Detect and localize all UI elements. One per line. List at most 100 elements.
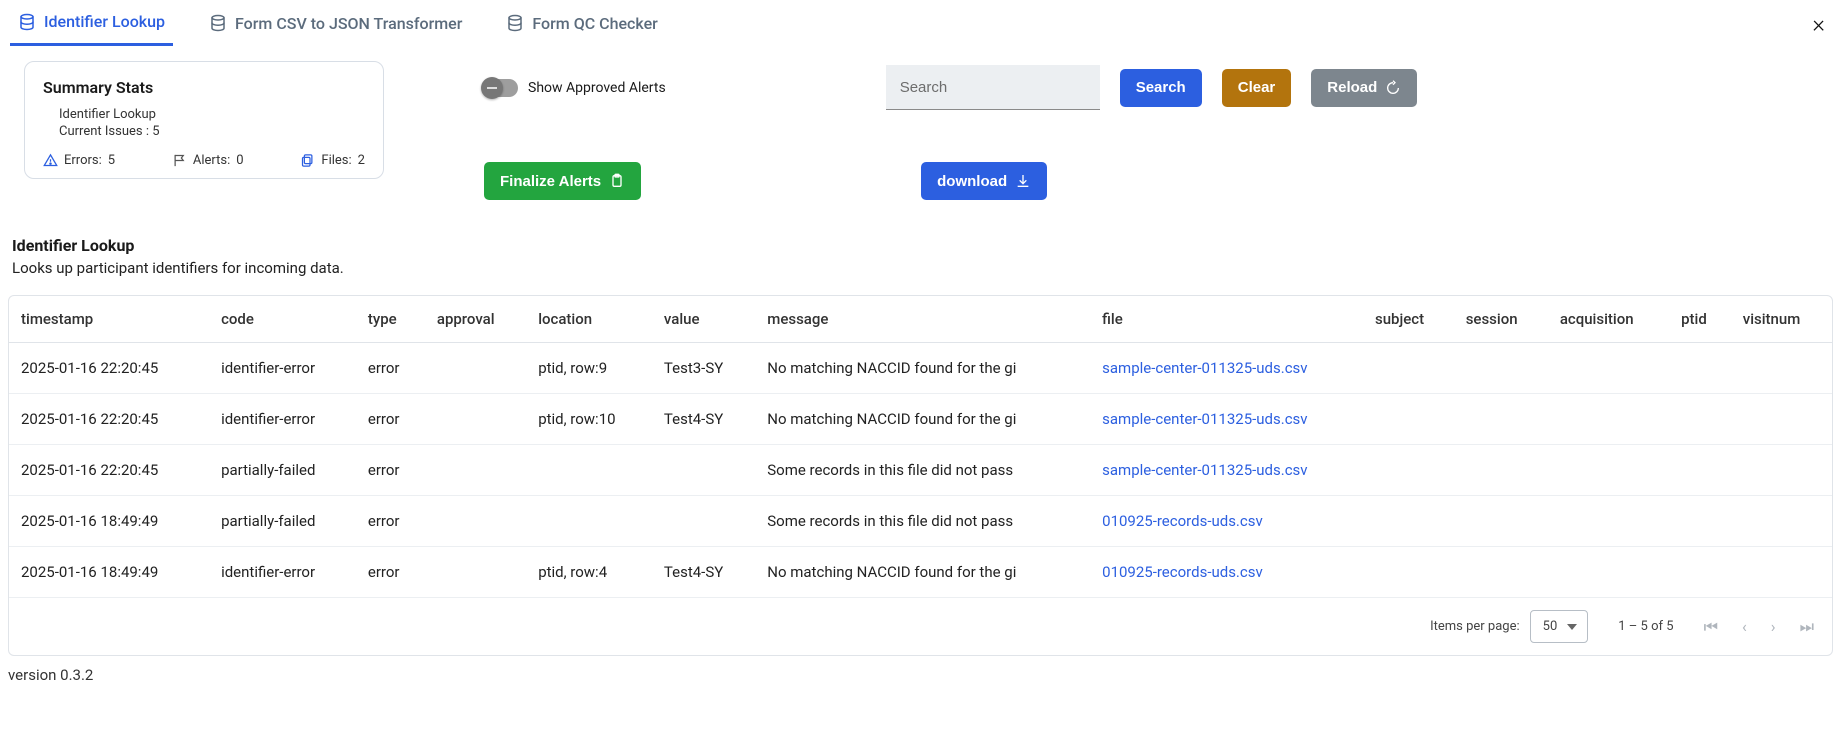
reload-button[interactable]: Reload (1311, 69, 1417, 107)
table-cell-visitnum (1731, 445, 1832, 496)
table-cell-file: sample-center-011325-uds.csv (1090, 343, 1363, 394)
button-label: Search (1136, 79, 1186, 96)
table-header[interactable]: type (356, 296, 425, 343)
file-link[interactable]: 010925-records-uds.csv (1102, 512, 1263, 530)
warning-icon (43, 153, 58, 168)
table-cell-subject (1363, 445, 1454, 496)
table-cell-location: ptid, row:10 (526, 394, 652, 445)
finalize-alerts-button[interactable]: Finalize Alerts (484, 162, 641, 200)
table-cell-type: error (356, 445, 425, 496)
table-cell-type: error (356, 343, 425, 394)
table-cell-value (652, 445, 755, 496)
table-cell-session (1454, 445, 1548, 496)
table-cell-location: ptid, row:4 (526, 547, 652, 598)
table-cell-file: 010925-records-uds.csv (1090, 496, 1363, 547)
table-row[interactable]: 2025-01-16 22:20:45identifier-errorerror… (9, 394, 1832, 445)
table-header[interactable]: subject (1363, 296, 1454, 343)
table-header[interactable]: message (755, 296, 1090, 343)
stat-errors: Errors:5 (43, 153, 115, 168)
file-link[interactable]: sample-center-011325-uds.csv (1102, 410, 1307, 428)
table-cell-message: Some records in this file did not pass (755, 496, 1090, 547)
table-cell-value: Test4-SY (652, 547, 755, 598)
table-cell-type: error (356, 496, 425, 547)
show-approved-toggle[interactable] (484, 79, 518, 97)
stat-files-count: 2 (358, 153, 365, 168)
table-cell-approval (425, 496, 526, 547)
search-button[interactable]: Search (1120, 69, 1202, 107)
toggle-label: Show Approved Alerts (528, 80, 666, 96)
table-header[interactable]: visitnum (1731, 296, 1832, 343)
table-header[interactable]: approval (425, 296, 526, 343)
table-cell-subject (1363, 394, 1454, 445)
table-cell-message: No matching NACCID found for the gi (755, 547, 1090, 598)
tab-form-csv-json[interactable]: Form CSV to JSON Transformer (201, 2, 470, 46)
section-description: Looks up participant identifiers for inc… (12, 259, 1829, 277)
table-cell-approval (425, 394, 526, 445)
table-header[interactable]: acquisition (1548, 296, 1669, 343)
table-row[interactable]: 2025-01-16 18:49:49identifier-errorerror… (9, 547, 1832, 598)
alerts-table: timestampcodetypeapprovallocationvalueme… (9, 296, 1832, 598)
table-cell-acquisition (1548, 394, 1669, 445)
table-row[interactable]: 2025-01-16 22:20:45identifier-errorerror… (9, 343, 1832, 394)
next-page-button[interactable]: › (1771, 617, 1776, 637)
download-icon (1015, 173, 1031, 189)
table-header[interactable]: location (526, 296, 652, 343)
table-cell-timestamp: 2025-01-16 18:49:49 (9, 547, 209, 598)
table-cell-file: 010925-records-uds.csv (1090, 547, 1363, 598)
files-icon (300, 153, 315, 168)
table-cell-timestamp: 2025-01-16 18:49:49 (9, 496, 209, 547)
table-row[interactable]: 2025-01-16 18:49:49partially-failederror… (9, 496, 1832, 547)
table-cell-subject (1363, 547, 1454, 598)
prev-page-button[interactable]: ‹ (1742, 617, 1747, 637)
table-header[interactable]: value (652, 296, 755, 343)
table-cell-type: error (356, 394, 425, 445)
table-cell-acquisition (1548, 547, 1669, 598)
table-cell-timestamp: 2025-01-16 22:20:45 (9, 343, 209, 394)
table-cell-session (1454, 547, 1548, 598)
stat-alerts: Alerts: 0 (172, 153, 244, 168)
table-cell-ptid (1669, 547, 1731, 598)
table-header[interactable]: ptid (1669, 296, 1731, 343)
file-link[interactable]: sample-center-011325-uds.csv (1102, 359, 1307, 377)
button-label: Finalize Alerts (500, 173, 601, 190)
alerts-table-container: timestampcodetypeapprovallocationvalueme… (8, 295, 1833, 656)
file-link[interactable]: 010925-records-uds.csv (1102, 563, 1263, 581)
stat-files-label: Files: (321, 153, 351, 168)
file-link[interactable]: sample-center-011325-uds.csv (1102, 461, 1307, 479)
first-page-button[interactable]: ⏮ (1704, 617, 1718, 637)
table-cell-acquisition (1548, 496, 1669, 547)
table-cell-approval (425, 343, 526, 394)
table-cell-approval (425, 547, 526, 598)
table-cell-ptid (1669, 394, 1731, 445)
stat-alerts-label: Alerts: (193, 153, 230, 168)
table-cell-location (526, 496, 652, 547)
clear-button[interactable]: Clear (1222, 69, 1292, 107)
table-header[interactable]: session (1454, 296, 1548, 343)
table-header[interactable]: timestamp (9, 296, 209, 343)
tab-form-qc-checker[interactable]: Form QC Checker (498, 2, 665, 46)
table-cell-message: Some records in this file did not pass (755, 445, 1090, 496)
stat-alerts-count: 0 (236, 153, 243, 168)
table-cell-type: error (356, 547, 425, 598)
table-cell-ptid (1669, 445, 1731, 496)
tab-identifier-lookup[interactable]: Identifier Lookup (10, 2, 173, 46)
table-cell-message: No matching NACCID found for the gi (755, 394, 1090, 445)
table-cell-file: sample-center-011325-uds.csv (1090, 445, 1363, 496)
table-header[interactable]: file (1090, 296, 1363, 343)
search-input[interactable] (886, 65, 1100, 110)
table-header[interactable]: code (209, 296, 356, 343)
table-cell-code: identifier-error (209, 343, 356, 394)
table-row[interactable]: 2025-01-16 22:20:45partially-failederror… (9, 445, 1832, 496)
table-cell-subject (1363, 343, 1454, 394)
table-cell-value: Test4-SY (652, 394, 755, 445)
summary-title: Summary Stats (43, 78, 365, 97)
table-cell-session (1454, 496, 1548, 547)
table-cell-visitnum (1731, 394, 1832, 445)
last-page-button[interactable]: ⏭ (1800, 617, 1814, 637)
stat-errors-count: 5 (108, 153, 115, 168)
table-cell-timestamp: 2025-01-16 22:20:45 (9, 394, 209, 445)
download-button[interactable]: download (921, 162, 1047, 200)
per-page-select[interactable]: 50 (1530, 610, 1589, 643)
close-icon[interactable]: × (1812, 10, 1825, 38)
page-range: 1 – 5 of 5 (1618, 619, 1673, 634)
